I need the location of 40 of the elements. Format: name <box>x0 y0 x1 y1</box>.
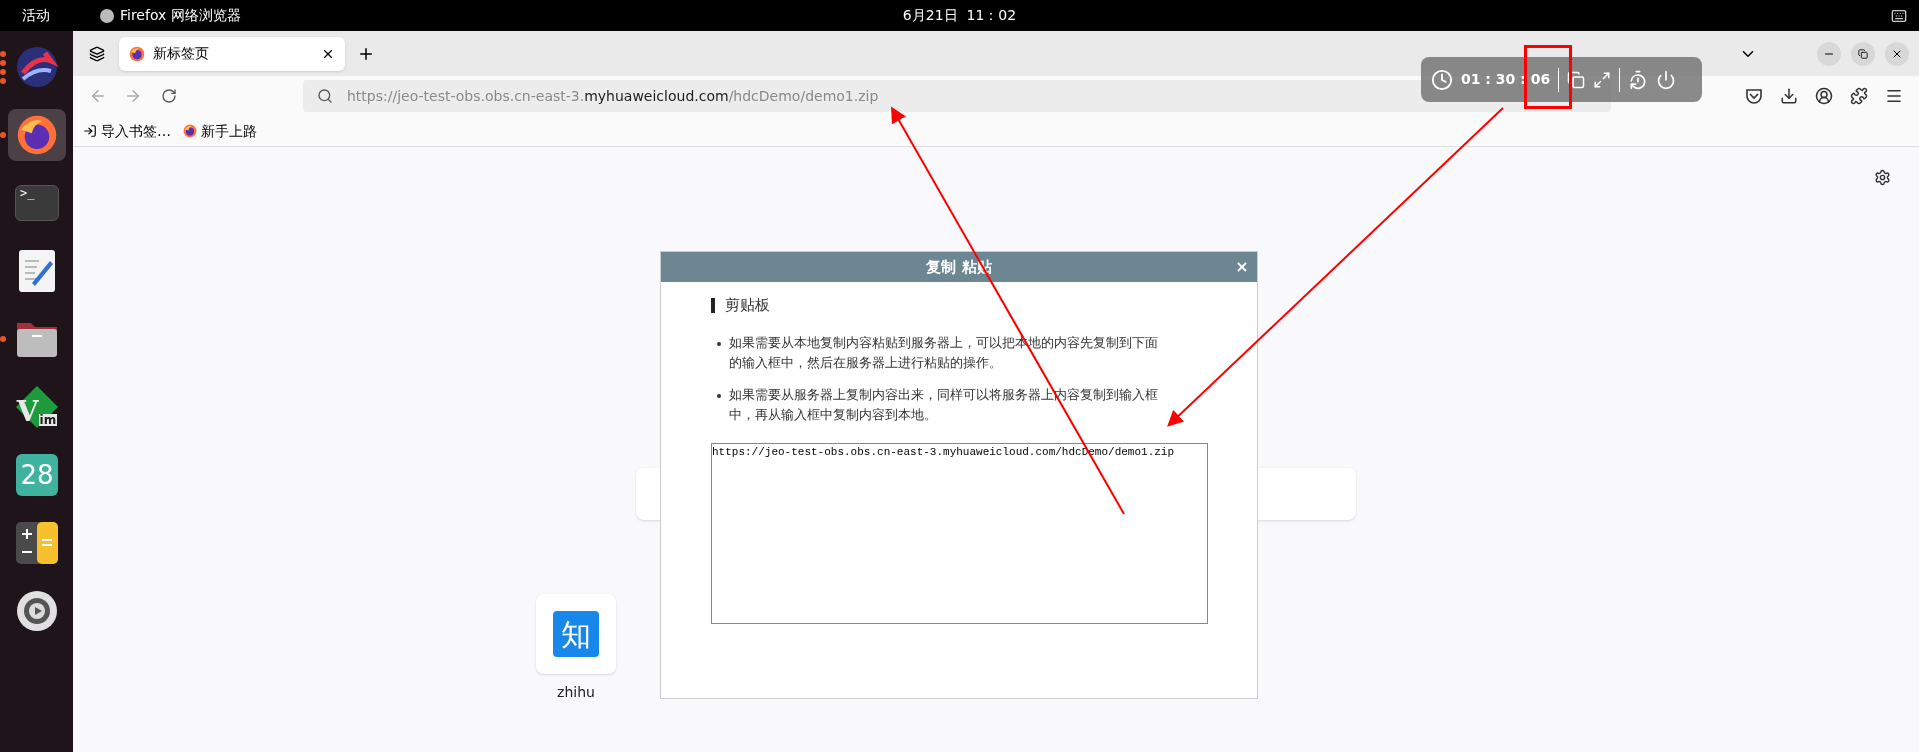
shortcut-label: zhihu <box>557 683 595 702</box>
app-name[interactable]: Firefox 网络浏览器 <box>120 5 241 26</box>
calculator-icon <box>16 522 58 564</box>
clock-icon <box>1431 68 1453 91</box>
zhihu-icon: 知 <box>553 611 599 657</box>
activities-button[interactable]: 活动 <box>22 5 50 26</box>
shortcut-tile[interactable]: 知 <box>536 594 616 674</box>
keyboard-icon[interactable] <box>1891 7 1907 24</box>
settings-icon[interactable] <box>1874 169 1891 186</box>
settings-icon <box>16 590 58 632</box>
bookmark-item[interactable]: 新手上路 <box>183 120 257 142</box>
dock-item[interactable]: >_ <box>8 177 66 229</box>
tab-list-icon <box>89 45 105 62</box>
url-text: https://jeo-test-obs.obs.cn-east-3.myhuaweicloud.com/hdcDemo/demo1.zip <box>347 86 879 106</box>
calendar-icon: 28 <box>16 454 58 496</box>
fullscreen-icon[interactable] <box>1593 70 1612 89</box>
dock-item[interactable] <box>8 109 66 161</box>
pocket-icon[interactable] <box>1745 87 1763 105</box>
highlight-box <box>1524 45 1572 109</box>
minimize-button[interactable] <box>1817 41 1841 66</box>
account-icon[interactable] <box>1815 87 1833 105</box>
download-icon[interactable] <box>1780 87 1798 105</box>
bookmark-item[interactable]: 导入书签… <box>83 120 171 142</box>
swirl-app-icon <box>15 45 59 89</box>
search-icon <box>317 88 333 104</box>
close-button[interactable]: × <box>1227 255 1257 279</box>
section-title: 剪贴板 <box>725 295 770 316</box>
restore-button[interactable] <box>1851 41 1875 66</box>
clipboard-icon[interactable] <box>1567 70 1586 89</box>
import-icon <box>83 124 97 138</box>
text-editor-icon <box>18 249 56 293</box>
tab-title: 新标签页 <box>153 44 210 63</box>
reload-icon[interactable] <box>161 88 177 104</box>
power-icon[interactable] <box>1656 69 1677 90</box>
extensions-icon[interactable] <box>1850 87 1868 105</box>
browser-tab[interactable]: 新标签页 <box>119 36 345 71</box>
menu-icon[interactable] <box>1885 87 1903 105</box>
terminal-icon: >_ <box>15 185 59 221</box>
clock[interactable]: 6月21日 11：02 <box>902 5 1017 26</box>
restore-icon <box>1858 48 1868 59</box>
